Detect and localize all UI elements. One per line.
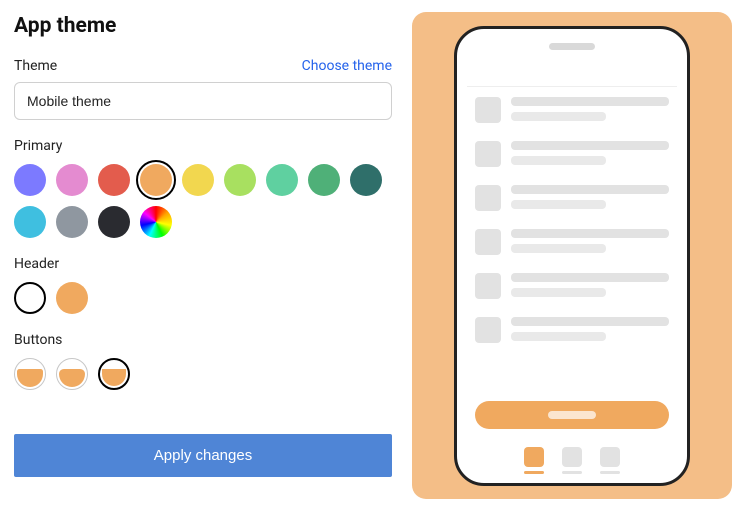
list-thumb — [475, 97, 501, 123]
phone-list-item — [475, 185, 669, 211]
list-thumb — [475, 141, 501, 167]
preview-frame — [412, 12, 732, 499]
phone-header-bar — [467, 65, 677, 87]
phone-list-item — [475, 273, 669, 299]
primary-color-swatch[interactable] — [350, 164, 382, 196]
list-thumb — [475, 229, 501, 255]
phone-mockup — [454, 26, 690, 486]
phone-content — [457, 97, 687, 393]
header-label: Header — [14, 256, 392, 272]
list-thumb — [475, 273, 501, 299]
phone-top — [457, 29, 687, 65]
primary-color-swatch[interactable] — [14, 164, 46, 196]
phone-speaker — [549, 43, 595, 50]
primary-color-swatch[interactable] — [140, 206, 172, 238]
primary-color-swatch[interactable] — [308, 164, 340, 196]
header-style-swatch[interactable] — [56, 282, 88, 314]
settings-panel: App theme Theme Choose theme Primary Hea… — [0, 0, 406, 511]
primary-color-swatch[interactable] — [98, 164, 130, 196]
phone-nav-item — [562, 447, 582, 467]
theme-row: Theme Choose theme — [14, 58, 392, 74]
phone-nav-item-active — [524, 447, 544, 467]
primary-color-swatch[interactable] — [224, 164, 256, 196]
header-style-swatch[interactable] — [14, 282, 46, 314]
button-style-swatch[interactable] — [98, 358, 130, 390]
list-line — [511, 156, 606, 165]
button-style-swatch[interactable] — [56, 358, 88, 390]
primary-color-swatch[interactable] — [14, 206, 46, 238]
choose-theme-link[interactable]: Choose theme — [302, 58, 392, 74]
list-line — [511, 288, 606, 297]
phone-nav-item — [600, 447, 620, 467]
primary-swatch-row — [14, 164, 392, 238]
preview-panel — [406, 0, 744, 511]
primary-color-swatch[interactable] — [56, 164, 88, 196]
phone-list-item — [475, 141, 669, 167]
list-line — [511, 273, 669, 282]
button-style-swatch[interactable] — [14, 358, 46, 390]
primary-color-swatch[interactable] — [98, 206, 130, 238]
list-line — [511, 317, 669, 326]
primary-label: Primary — [14, 138, 392, 154]
list-line — [511, 141, 669, 150]
phone-cta-button — [475, 401, 669, 429]
phone-cta-label-placeholder — [548, 411, 596, 419]
list-thumb — [475, 317, 501, 343]
page-title: App theme — [14, 14, 392, 38]
list-line — [511, 244, 606, 253]
list-line — [511, 200, 606, 209]
phone-nav — [457, 437, 687, 477]
list-thumb — [475, 185, 501, 211]
theme-input[interactable] — [14, 82, 392, 120]
buttons-label: Buttons — [14, 332, 392, 348]
list-line — [511, 332, 606, 341]
primary-color-swatch[interactable] — [140, 164, 172, 196]
list-line — [511, 112, 606, 121]
theme-label: Theme — [14, 58, 57, 74]
primary-color-swatch[interactable] — [266, 164, 298, 196]
apply-changes-button[interactable]: Apply changes — [14, 434, 392, 477]
phone-list-item — [475, 97, 669, 123]
list-line — [511, 229, 669, 238]
primary-color-swatch[interactable] — [182, 164, 214, 196]
primary-color-swatch[interactable] — [56, 206, 88, 238]
button-swatch-row — [14, 358, 392, 390]
phone-list-item — [475, 317, 669, 343]
phone-list-item — [475, 229, 669, 255]
list-line — [511, 185, 669, 194]
header-swatch-row — [14, 282, 392, 314]
list-line — [511, 97, 669, 106]
